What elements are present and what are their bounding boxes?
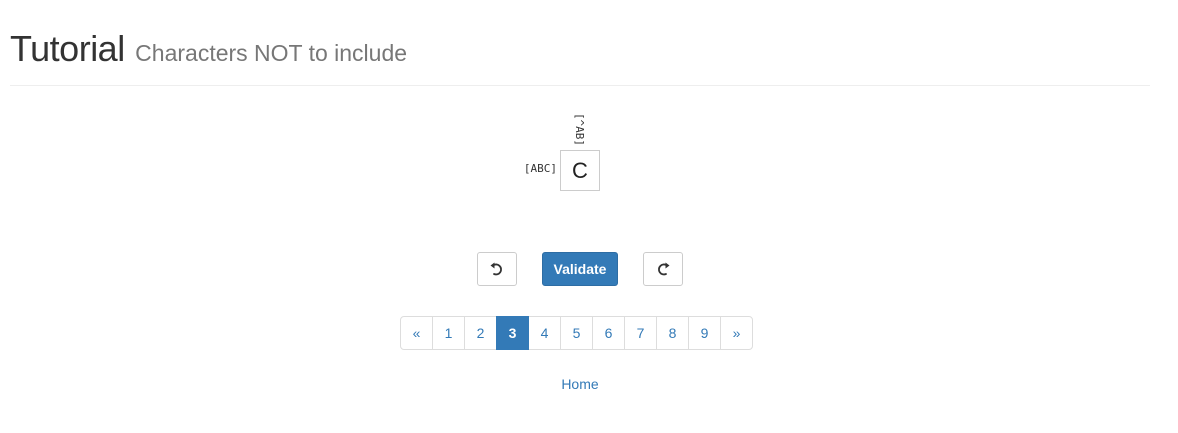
undo-arrow-icon — [490, 262, 502, 276]
page-header: Tutorial Characters NOT to include — [10, 28, 1150, 70]
home-link[interactable]: Home — [540, 376, 620, 392]
column-clue-text: [^AB] — [573, 112, 587, 146]
page-link-5[interactable]: 5 — [560, 316, 593, 350]
header-divider — [10, 85, 1150, 86]
pagination: « 1 2 3 4 5 6 7 8 9 » — [400, 316, 753, 350]
page-link-2[interactable]: 2 — [464, 316, 497, 350]
pagination-next[interactable]: » — [720, 316, 753, 350]
redo-button[interactable] — [643, 252, 683, 286]
page-subtitle: Characters NOT to include — [135, 40, 408, 66]
redo-arrow-icon — [658, 262, 670, 276]
page-title: Tutorial — [10, 28, 125, 69]
column-clue: [^AB] — [568, 111, 592, 147]
page-link-4[interactable]: 4 — [528, 316, 561, 350]
page-link-6[interactable]: 6 — [592, 316, 625, 350]
puzzle-cell[interactable]: C — [560, 150, 600, 191]
undo-button[interactable] — [477, 252, 517, 286]
row-clue: [ABC] — [523, 162, 557, 175]
page-link-1[interactable]: 1 — [432, 316, 465, 350]
page-link-8[interactable]: 8 — [656, 316, 689, 350]
page-link-9[interactable]: 9 — [688, 316, 721, 350]
validate-button[interactable]: Validate — [542, 252, 618, 286]
pagination-prev[interactable]: « — [400, 316, 433, 350]
page-link-7[interactable]: 7 — [624, 316, 657, 350]
page-link-3-active[interactable]: 3 — [496, 316, 529, 350]
